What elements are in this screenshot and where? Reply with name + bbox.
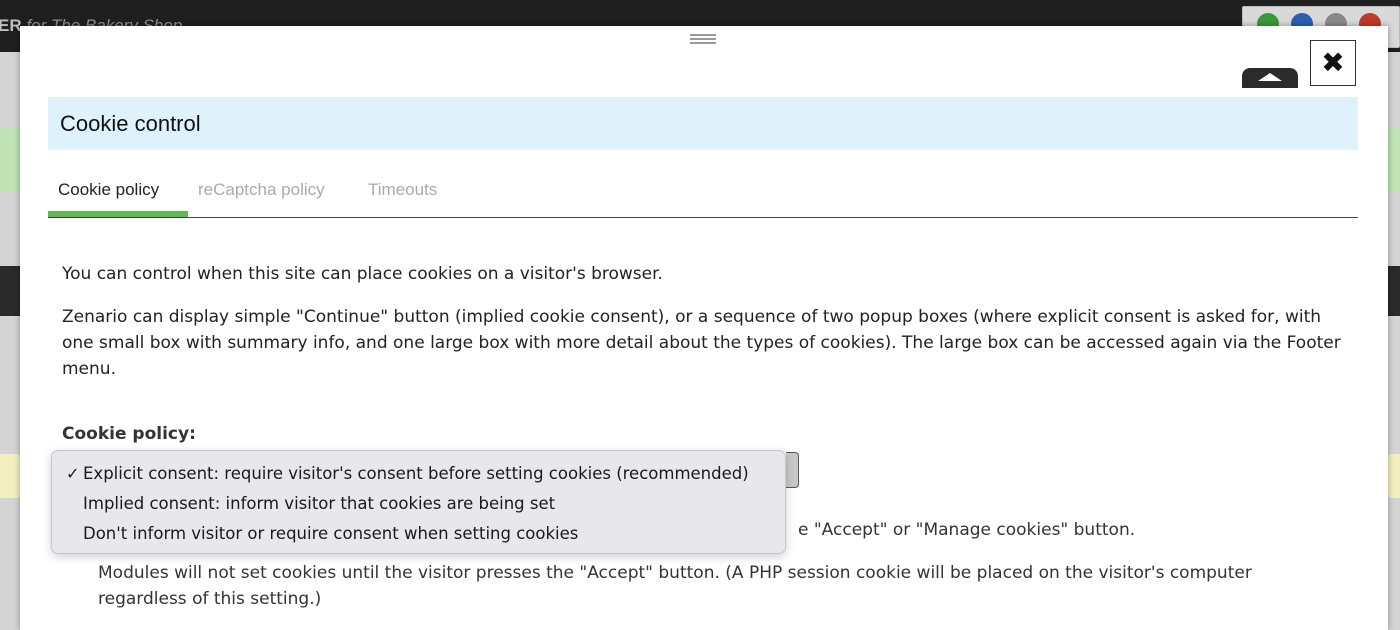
background-green-strip: [0, 128, 20, 192]
description-text: Zenario can display simple "Continue" bu…: [62, 307, 1341, 379]
dropdown-option-none[interactable]: Don't inform visitor or require consent …: [52, 519, 785, 549]
background-green-strip-right: [1386, 128, 1400, 192]
cookie-policy-dropdown: ✓ Explicit consent: require visitor's co…: [51, 450, 786, 554]
tab-cookie-policy[interactable]: Cookie policy: [58, 180, 159, 200]
drag-handle-icon[interactable]: [690, 34, 716, 44]
checkmark-icon: ✓: [66, 464, 80, 483]
intro-text: You can control when this site can place…: [62, 264, 663, 284]
close-button[interactable]: ✖: [1310, 40, 1356, 86]
tab-recaptcha-policy[interactable]: reCaptcha policy: [198, 180, 325, 200]
modal-title-bar: Cookie control: [48, 97, 1358, 150]
close-icon: ✖: [1321, 46, 1345, 79]
tab-bar: Cookie policy reCaptcha policy Timeouts: [48, 171, 1358, 218]
background-dark-strip: [0, 266, 20, 316]
collapse-button[interactable]: [1242, 68, 1298, 88]
cookie-policy-label: Cookie policy:: [62, 424, 196, 444]
dropdown-option-implied[interactable]: Implied consent: inform visitor that coo…: [52, 489, 785, 519]
tab-timeouts[interactable]: Timeouts: [368, 180, 437, 200]
option-label: Explicit consent: require visitor's cons…: [83, 464, 749, 483]
active-tab-indicator: [48, 211, 188, 217]
option-description-text: Modules will not set cookies until the v…: [98, 563, 1252, 609]
dropdown-option-explicit[interactable]: ✓ Explicit consent: require visitor's co…: [52, 459, 785, 489]
background-yellow-strip: [0, 454, 20, 498]
background-yellow-strip-right: [1386, 454, 1400, 498]
option-label: Don't inform visitor or require consent …: [83, 524, 579, 543]
option-note-text: e "Accept" or "Manage cookies" button.: [798, 520, 1136, 540]
cookie-policy-select[interactable]: [786, 452, 799, 488]
background-dark-strip-right: [1386, 266, 1400, 316]
modal-title: Cookie control: [60, 111, 201, 136]
option-label: Implied consent: inform visitor that coo…: [83, 494, 556, 513]
